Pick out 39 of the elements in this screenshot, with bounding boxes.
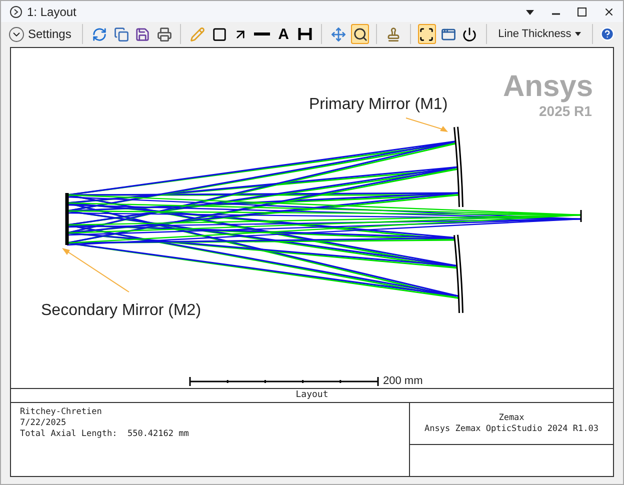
close-icon[interactable] (603, 6, 615, 18)
search-icon (352, 26, 368, 42)
text-tool-button[interactable]: A (274, 24, 293, 44)
secondary-mirror-label: Secondary Mirror (M2) (41, 301, 202, 321)
info-text: Total Axial Length: 550.42162 mm (20, 429, 190, 440)
info-text: Ritchey-Chretien (20, 407, 103, 418)
chevron-icon (9, 26, 24, 42)
settings-button[interactable]: Settings (9, 25, 76, 43)
info-text: Zemax (498, 412, 524, 424)
maximize-icon[interactable] (577, 6, 587, 16)
save-icon (135, 26, 150, 42)
info-title: Layout (296, 388, 328, 402)
print-icon (156, 26, 172, 42)
windows-icon (440, 26, 456, 42)
scale-label: 200 mm (383, 376, 423, 387)
line-icon (254, 32, 270, 36)
help-icon[interactable] (600, 26, 615, 42)
stamp-icon (386, 26, 401, 42)
info-text: 7/22/2025 (20, 418, 68, 429)
fit-icon (419, 26, 434, 42)
window-icon (9, 4, 23, 18)
rectangle-icon (212, 26, 227, 42)
primary-mirror-label: Primary Mirror (M1) (309, 95, 448, 115)
copy-icon (114, 26, 129, 42)
search-button[interactable] (350, 24, 370, 44)
pencil-icon (190, 26, 206, 42)
watermark-brand: Ansys (503, 72, 594, 102)
dimension-icon (298, 28, 312, 40)
info-text: Ansys Zemax OpticStudio 2024 R1.03 (424, 424, 598, 434)
move-icon (331, 26, 346, 42)
refresh-icon (92, 26, 108, 42)
caret-icon (575, 32, 582, 36)
leader-line (405, 117, 449, 133)
power-icon (462, 26, 478, 42)
leader-line (61, 247, 131, 293)
watermark-version: 2025 R1 (539, 104, 592, 118)
fit-button[interactable] (418, 24, 436, 44)
line-thickness-dropdown[interactable]: Line Thickness (494, 26, 586, 42)
window-title: 1: Layout (27, 4, 76, 20)
